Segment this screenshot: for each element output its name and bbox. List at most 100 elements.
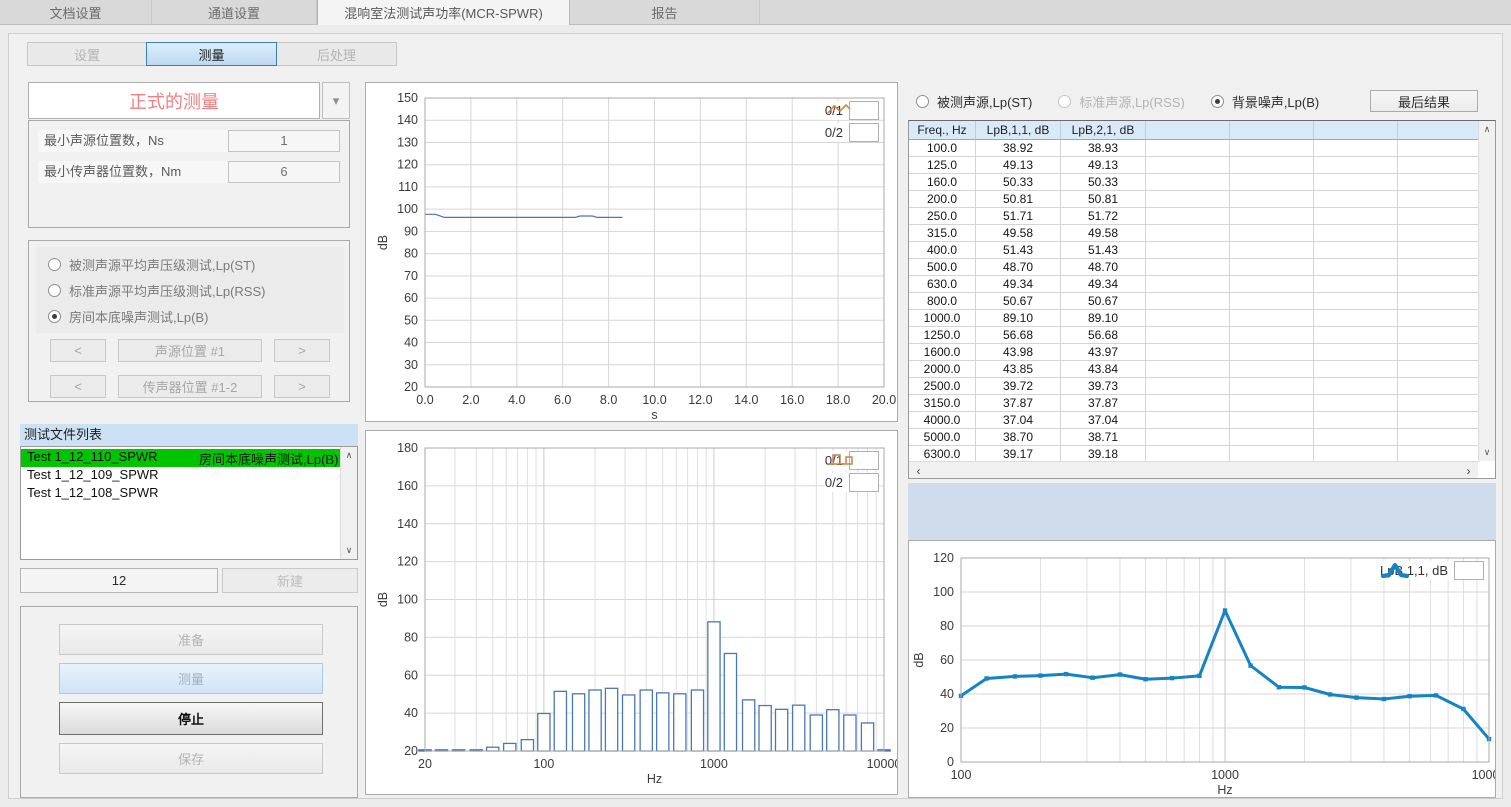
table-cell: 50.81 xyxy=(976,191,1061,207)
column-header[interactable]: LpB,2,1, dB xyxy=(1061,121,1146,139)
table-row[interactable]: 315.049.5849.58 xyxy=(909,225,1478,242)
table-row[interactable]: 2500.039.7239.73 xyxy=(909,378,1478,395)
table-row[interactable]: 1000.089.1089.10 xyxy=(909,310,1478,327)
scroll-up-icon[interactable]: ∧ xyxy=(1479,122,1495,137)
chevron-down-icon[interactable]: ▾ xyxy=(322,82,350,119)
subtab-measure[interactable]: 测量 xyxy=(146,42,277,66)
test-type-radio[interactable]: 房间本底噪声测试,Lp(B) xyxy=(48,308,344,325)
table-row[interactable]: 2000.043.8543.84 xyxy=(909,361,1478,378)
radio-icon[interactable] xyxy=(916,95,929,108)
action-button-4[interactable]: 保存 xyxy=(59,743,323,774)
table-row[interactable]: 1600.043.9843.97 xyxy=(909,344,1478,361)
table-cell xyxy=(1230,242,1314,258)
table-cell xyxy=(1398,293,1480,309)
action-button-3[interactable]: 停止 xyxy=(59,702,323,735)
table-cell xyxy=(1314,293,1398,309)
scroll-left-icon[interactable]: ‹ xyxy=(911,463,926,478)
table-cell xyxy=(1314,310,1398,326)
subtab-settings[interactable]: 设置 xyxy=(27,42,147,66)
scroll-down-icon[interactable]: ∨ xyxy=(341,543,357,558)
next-button[interactable]: > xyxy=(274,339,330,362)
file-list-scrollbar[interactable]: ∧ ∨ xyxy=(340,447,357,559)
measurement-mode-dropdown[interactable]: 正式的测量 ▾ xyxy=(28,82,350,119)
radio-icon[interactable] xyxy=(48,284,61,297)
tab-report[interactable]: 报告 xyxy=(570,0,760,25)
table-row[interactable]: 800.050.6750.67 xyxy=(909,293,1478,310)
column-header[interactable] xyxy=(1398,121,1480,139)
table-cell: 50.81 xyxy=(1061,191,1146,207)
test-type-radio[interactable]: 被测声源平均声压级测试,Lp(ST) xyxy=(48,256,344,273)
last-result-button[interactable]: 最后结果 xyxy=(1370,90,1478,112)
tab-channel-settings[interactable]: 通道设置 xyxy=(152,0,317,25)
table-cell xyxy=(1146,446,1230,462)
table-cell: 500.0 xyxy=(909,259,976,275)
column-header[interactable] xyxy=(1230,121,1314,139)
column-header[interactable] xyxy=(1314,121,1398,139)
tab-mcr-spwr[interactable]: 混响室法测试声功率(MCR-SPWR) xyxy=(317,0,570,25)
table-cell: 50.33 xyxy=(976,174,1061,190)
table-cell xyxy=(1230,293,1314,309)
subtab-postprocess[interactable]: 后处理 xyxy=(276,42,397,66)
table-cell xyxy=(1398,378,1480,394)
svg-text:0.0: 0.0 xyxy=(416,393,433,407)
test-type-radio[interactable]: 标准声源平均声压级测试,Lp(RSS) xyxy=(48,282,344,299)
table-row[interactable]: 4000.037.0437.04 xyxy=(909,412,1478,429)
new-button[interactable]: 新建 xyxy=(222,568,358,593)
column-header[interactable] xyxy=(1146,121,1230,139)
svg-text:4.0: 4.0 xyxy=(508,393,525,407)
table-row[interactable]: 3150.037.8737.87 xyxy=(909,395,1478,412)
table-cell: 49.34 xyxy=(1061,276,1146,292)
svg-text:30: 30 xyxy=(404,358,418,372)
table-row[interactable]: 125.049.1349.13 xyxy=(909,157,1478,174)
table-row[interactable]: 250.051.7151.72 xyxy=(909,208,1478,225)
table-cell xyxy=(1230,378,1314,394)
list-item[interactable]: Test 1_12_110_SPWR房间本底噪声测试,Lp(B) xyxy=(21,449,340,467)
source-radio[interactable]: 被测声源,Lp(ST) xyxy=(916,92,1032,111)
table-cell: 50.67 xyxy=(1061,293,1146,309)
prev-button[interactable]: < xyxy=(50,375,106,398)
table-h-scrollbar[interactable]: ‹ › xyxy=(909,461,1478,478)
radio-icon[interactable] xyxy=(48,258,61,271)
list-item[interactable]: Test 1_12_109_SPWR xyxy=(21,467,340,485)
source-radio[interactable]: 背景噪声,Lp(B) xyxy=(1211,92,1319,111)
scroll-up-icon[interactable]: ∧ xyxy=(341,448,357,463)
radio-icon[interactable] xyxy=(1211,95,1224,108)
test-number-field[interactable]: 12 xyxy=(20,568,218,593)
action-button-2[interactable]: 测量 xyxy=(59,663,323,694)
prev-button[interactable]: < xyxy=(50,339,106,362)
table-v-scrollbar[interactable]: ∧ ∨ xyxy=(1478,121,1495,461)
table-cell xyxy=(1314,174,1398,190)
svg-text:110: 110 xyxy=(398,180,418,194)
radio-icon[interactable] xyxy=(1058,95,1071,108)
param-value-field[interactable]: 6 xyxy=(228,161,340,183)
column-header[interactable]: Freq., Hz xyxy=(909,121,976,139)
measurement-mode-value[interactable]: 正式的测量 xyxy=(28,82,320,119)
column-header[interactable]: LpB,1,1, dB xyxy=(976,121,1061,139)
table-row[interactable]: 1250.056.6856.68 xyxy=(909,327,1478,344)
radio-icon[interactable] xyxy=(48,310,61,323)
table-row[interactable]: 5000.038.7038.71 xyxy=(909,429,1478,446)
next-button[interactable]: > xyxy=(274,375,330,398)
position-label-button[interactable]: 传声器位置 #1-2 xyxy=(118,375,262,398)
table-row[interactable]: 160.050.3350.33 xyxy=(909,174,1478,191)
table-row[interactable]: 100.038.9238.93 xyxy=(909,140,1478,157)
table-cell: 49.13 xyxy=(976,157,1061,173)
table-row[interactable]: 200.050.8150.81 xyxy=(909,191,1478,208)
table-cell xyxy=(1398,157,1480,173)
table-row[interactable]: 400.051.4351.43 xyxy=(909,242,1478,259)
legend-label: 0/2 xyxy=(825,475,843,490)
position-label-button[interactable]: 声源位置 #1 xyxy=(118,339,262,362)
param-value-field[interactable]: 1 xyxy=(228,130,340,152)
scroll-down-icon[interactable]: ∨ xyxy=(1479,445,1495,460)
table-cell xyxy=(1146,293,1230,309)
table-cell: 39.18 xyxy=(1061,446,1146,462)
table-row[interactable]: 630.049.3449.34 xyxy=(909,276,1478,293)
source-radio[interactable]: 标准声源,Lp(RSS) xyxy=(1058,92,1184,111)
action-button-1[interactable]: 准备 xyxy=(59,624,323,655)
table-row[interactable]: 500.048.7048.70 xyxy=(909,259,1478,276)
list-item[interactable]: Test 1_12_108_SPWR xyxy=(21,485,340,503)
scroll-right-icon[interactable]: › xyxy=(1461,463,1476,478)
tab-document-settings[interactable]: 文档设置 xyxy=(0,0,152,25)
table-cell xyxy=(1314,242,1398,258)
table-cell xyxy=(1314,140,1398,156)
